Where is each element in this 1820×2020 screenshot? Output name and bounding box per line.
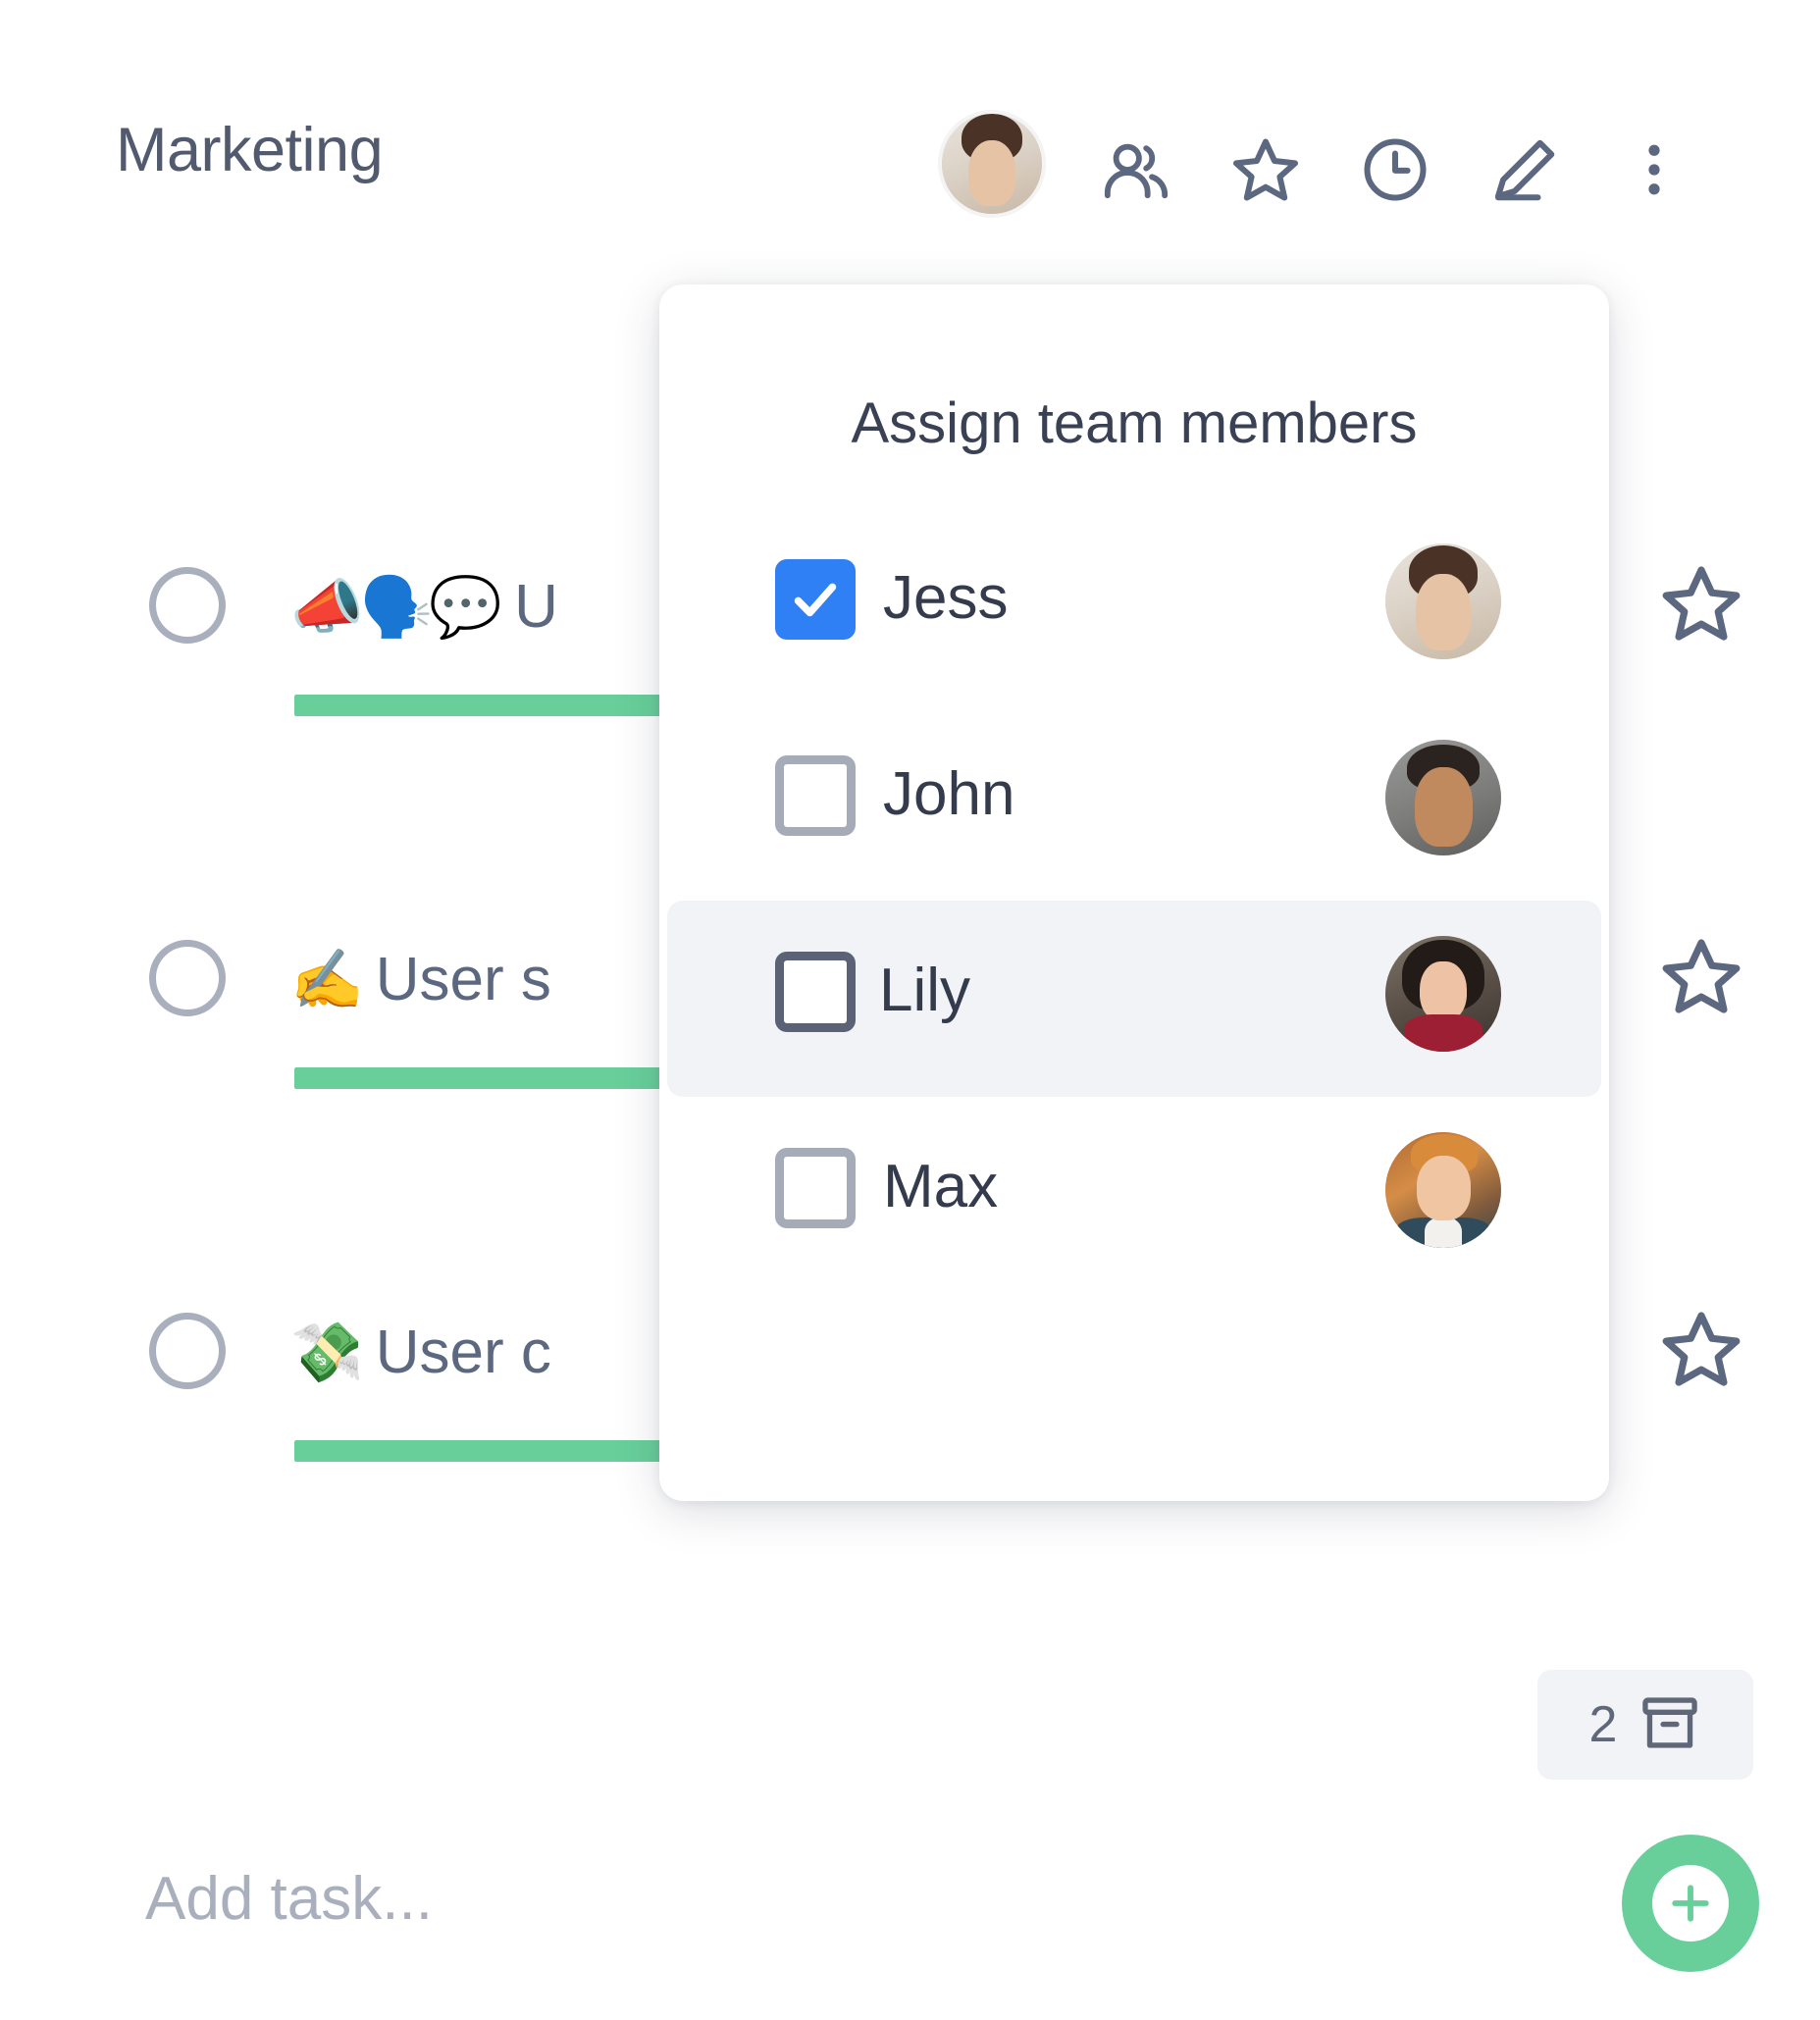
task-title: U: [514, 573, 558, 641]
task-title: User s: [375, 946, 551, 1013]
plus-icon: [1652, 1865, 1729, 1942]
member-checkbox-jess[interactable]: [775, 559, 856, 640]
checkbox-unchecked-icon: [775, 1148, 856, 1228]
add-task-bar: [0, 1827, 1820, 2013]
task-emoji: ✍️: [290, 947, 364, 1012]
checkbox-checked-icon: [775, 559, 856, 640]
checkbox-unchecked-icon: [775, 755, 856, 836]
checkbox-unchecked-icon: [775, 952, 856, 1032]
archive-box-icon: [1638, 1691, 1701, 1759]
task-star-icon[interactable]: [1659, 1307, 1743, 1391]
avatar-photo-max: [1385, 1132, 1501, 1248]
member-name: Lily: [879, 957, 971, 1024]
task-label: 📣🗣️💬 U: [290, 544, 558, 671]
header-actions: [942, 114, 1690, 214]
member-row-jess[interactable]: Jess: [659, 508, 1609, 704]
task-star-icon[interactable]: [1659, 934, 1743, 1018]
member-name: John: [883, 760, 1015, 828]
members-icon[interactable]: [1101, 134, 1171, 205]
member-avatar: [1385, 936, 1501, 1052]
clock-icon[interactable]: [1360, 134, 1430, 205]
archive-count: 2: [1588, 1696, 1618, 1753]
task-star-icon[interactable]: [1659, 561, 1743, 646]
member-avatar: [1385, 740, 1501, 855]
assign-team-members-popup: Assign team members Jess John Lily Max: [659, 285, 1609, 1501]
member-row-john[interactable]: John: [659, 704, 1609, 901]
member-checkbox-max[interactable]: [775, 1148, 856, 1228]
task-label: 💸 User c: [290, 1289, 551, 1417]
member-avatar: [1385, 1132, 1501, 1248]
avatar[interactable]: [942, 114, 1042, 214]
avatar-photo-john: [1385, 740, 1501, 855]
member-name: Max: [883, 1153, 999, 1220]
member-list: Jess John Lily Max: [659, 508, 1609, 1293]
pencil-icon[interactable]: [1489, 134, 1560, 205]
task-emoji: 📣🗣️💬: [290, 574, 502, 640]
member-row-lily[interactable]: Lily: [667, 901, 1601, 1097]
page-title: Marketing: [116, 116, 384, 184]
add-task-input[interactable]: [145, 1844, 1421, 1952]
member-checkbox-lily[interactable]: [775, 952, 856, 1032]
avatar-photo-jess: [942, 114, 1042, 214]
task-emoji: 💸: [290, 1320, 364, 1385]
more-vertical-icon[interactable]: [1619, 134, 1690, 205]
star-icon[interactable]: [1230, 134, 1301, 205]
task-label: ✍️ User s: [290, 916, 551, 1044]
avatar-photo-lily: [1385, 936, 1501, 1052]
avatar-photo-jess: [1385, 544, 1501, 659]
member-checkbox-john[interactable]: [775, 755, 856, 836]
task-title: User c: [375, 1319, 551, 1386]
task-complete-toggle[interactable]: [149, 567, 226, 644]
assign-popup-title: Assign team members: [851, 391, 1418, 455]
board-header: Marketing: [0, 0, 1820, 255]
task-complete-toggle[interactable]: [149, 1313, 226, 1389]
task-board-app: Marketing 📣🗣️💬 U ✍️ User s 💸 User c 2 Ad…: [0, 0, 1820, 2020]
add-task-button[interactable]: [1622, 1835, 1759, 1972]
member-avatar: [1385, 544, 1501, 659]
task-complete-toggle[interactable]: [149, 940, 226, 1016]
member-name: Jess: [883, 564, 1009, 632]
member-row-max[interactable]: Max: [659, 1097, 1609, 1293]
archive-badge[interactable]: 2: [1537, 1670, 1753, 1780]
